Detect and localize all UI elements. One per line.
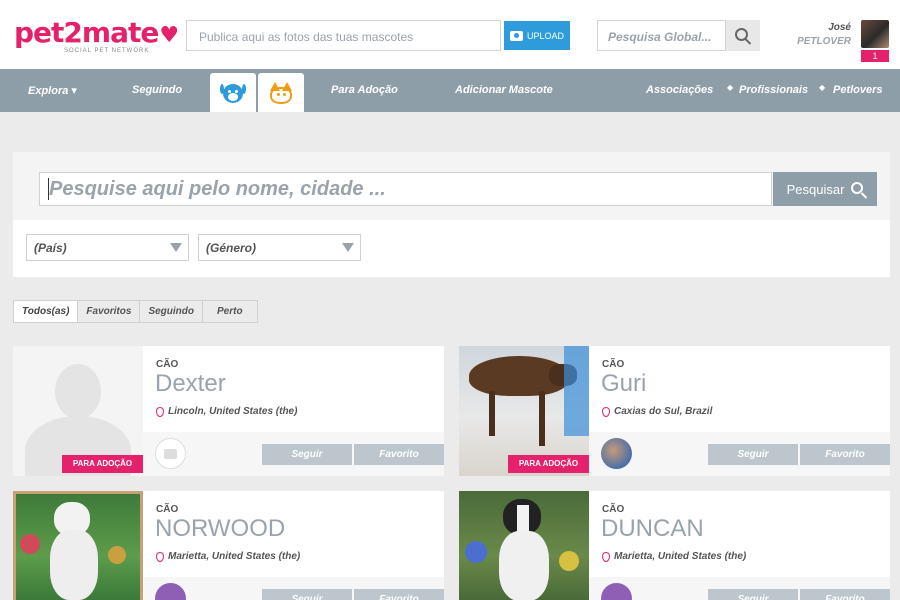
cat-icon	[266, 81, 296, 105]
location-pin-icon	[602, 406, 610, 417]
pet-name[interactable]: Guri	[601, 370, 646, 398]
pet-kind: CÃO	[602, 359, 625, 370]
pet-location: Marietta, United States (the)	[602, 551, 746, 562]
card-actions: Seguir Favorito	[143, 432, 444, 476]
pet-location-text: Lincoln, United States (the)	[168, 406, 298, 417]
adoption-badge: PARA ADOÇÃO	[62, 455, 143, 473]
pet-card[interactable]: CÃO Dexter Lincoln, United States (the) …	[13, 346, 444, 476]
nav-separator: ◆	[819, 83, 826, 92]
pet-location-text: Caxias do Sul, Brazil	[614, 406, 713, 417]
upload-label: UPLOAD	[526, 30, 564, 41]
pet-location: Lincoln, United States (the)	[156, 406, 297, 417]
text-cursor	[48, 178, 49, 200]
nav-separator: ◆	[727, 83, 734, 92]
location-pin-icon	[156, 551, 164, 562]
gender-select[interactable]: (Género)	[198, 234, 361, 261]
upload-input[interactable]: Publica aqui as fotos das tuas mascotes	[186, 20, 501, 51]
nav-add-pet[interactable]: Adicionar Mascote	[455, 84, 553, 96]
pet-location: Caxias do Sul, Brazil	[602, 406, 712, 417]
favorite-button[interactable]: Favorito	[800, 444, 890, 465]
upload-button[interactable]: UPLOAD	[504, 21, 570, 50]
camera-icon	[509, 30, 523, 41]
dog-icon	[218, 81, 248, 105]
nav-associations[interactable]: Associações	[646, 84, 713, 96]
favorite-button[interactable]: Favorito	[800, 589, 890, 600]
pet-location-text: Marietta, United States (the)	[614, 551, 747, 562]
pet-card[interactable]: CÃO DUNCAN Marietta, United States (the)…	[459, 491, 890, 600]
pet-photo[interactable]	[459, 491, 589, 600]
nav-professionals[interactable]: Profissionais	[739, 84, 808, 96]
pet-name[interactable]: Dexter	[155, 370, 226, 398]
tab-following[interactable]: Seguindo	[140, 300, 203, 323]
pet-location: Marietta, United States (the)	[156, 551, 300, 562]
search-panel: Pesquise aqui pelo nome, cidade ... Pesq…	[13, 152, 890, 277]
nav-adoption[interactable]: Para Adoção	[331, 84, 398, 96]
card-actions: Seguir Favorito	[589, 432, 890, 476]
search-icon	[735, 27, 748, 41]
search-button[interactable]: Pesquisar	[773, 172, 877, 206]
follow-button[interactable]: Seguir	[708, 444, 798, 465]
tab-all[interactable]: Todos(as)	[13, 300, 79, 323]
pet-search-input[interactable]: Pesquise aqui pelo nome, cidade ...	[39, 172, 772, 206]
follow-button[interactable]: Seguir	[262, 444, 352, 465]
pet-name[interactable]: NORWOOD	[155, 515, 285, 543]
nav-petlovers[interactable]: Petlovers	[833, 84, 883, 96]
user-name[interactable]: José	[828, 22, 851, 33]
owner-avatar[interactable]	[601, 438, 632, 469]
pet-photo[interactable]	[13, 491, 143, 600]
owner-avatar[interactable]	[155, 438, 186, 469]
owner-avatar[interactable]	[601, 583, 632, 600]
pet-kind: CÃO	[602, 504, 625, 515]
chevron-down-icon	[170, 243, 182, 252]
favorite-button[interactable]: Favorito	[354, 589, 444, 600]
tab-cats[interactable]	[258, 73, 304, 112]
filter-tabs: Todos(as) Favoritos Seguindo Perto	[13, 300, 258, 323]
location-pin-icon	[602, 551, 610, 562]
camera-icon	[164, 448, 177, 459]
country-select-value: (País)	[34, 241, 67, 255]
card-actions: Seguir Favorito	[143, 577, 444, 600]
pet-search-placeholder: Pesquise aqui pelo nome, cidade ...	[49, 178, 386, 200]
adoption-badge: PARA ADOÇÃO	[508, 455, 589, 473]
logo[interactable]: pet2mate♥ SOCIAL PET NETWORK	[14, 16, 179, 55]
global-search-button[interactable]	[726, 20, 760, 51]
follow-button[interactable]: Seguir	[262, 589, 352, 600]
avatar[interactable]	[861, 20, 889, 48]
pet-location-text: Marietta, United States (the)	[168, 551, 301, 562]
search-icon	[851, 181, 864, 194]
tab-favorites[interactable]: Favoritos	[78, 300, 141, 323]
pet-card[interactable]: CÃO Guri Caxias do Sul, Brazil Seguir Fa…	[459, 346, 890, 476]
nav-following[interactable]: Seguindo	[132, 84, 182, 96]
tab-nearby[interactable]: Perto	[203, 300, 258, 323]
owner-avatar[interactable]	[155, 583, 186, 600]
pet-name[interactable]: DUNCAN	[601, 515, 704, 543]
favorite-button[interactable]: Favorito	[354, 444, 444, 465]
heart-icon: ♥	[159, 23, 179, 48]
follow-button[interactable]: Seguir	[708, 589, 798, 600]
nav-explore[interactable]: Explora ▾	[28, 84, 77, 97]
chevron-down-icon	[342, 243, 354, 252]
gender-select-value: (Género)	[206, 241, 257, 255]
pet-kind: CÃO	[156, 504, 179, 515]
notification-badge[interactable]: 1	[861, 50, 889, 62]
pet-kind: CÃO	[156, 359, 179, 370]
country-select[interactable]: (País)	[26, 234, 189, 261]
global-search-input[interactable]: Pesquisa Global...	[597, 20, 726, 51]
user-role: PETLOVER	[797, 36, 851, 47]
tab-dogs[interactable]	[210, 73, 256, 112]
location-pin-icon	[156, 406, 164, 417]
top-header: pet2mate♥ SOCIAL PET NETWORK Publica aqu…	[0, 0, 900, 69]
card-actions: Seguir Favorito	[589, 577, 890, 600]
pet-card[interactable]: CÃO NORWOOD Marietta, United States (the…	[13, 491, 444, 600]
search-button-label: Pesquisar	[786, 181, 845, 197]
logo-text: pet2mate	[14, 16, 159, 49]
